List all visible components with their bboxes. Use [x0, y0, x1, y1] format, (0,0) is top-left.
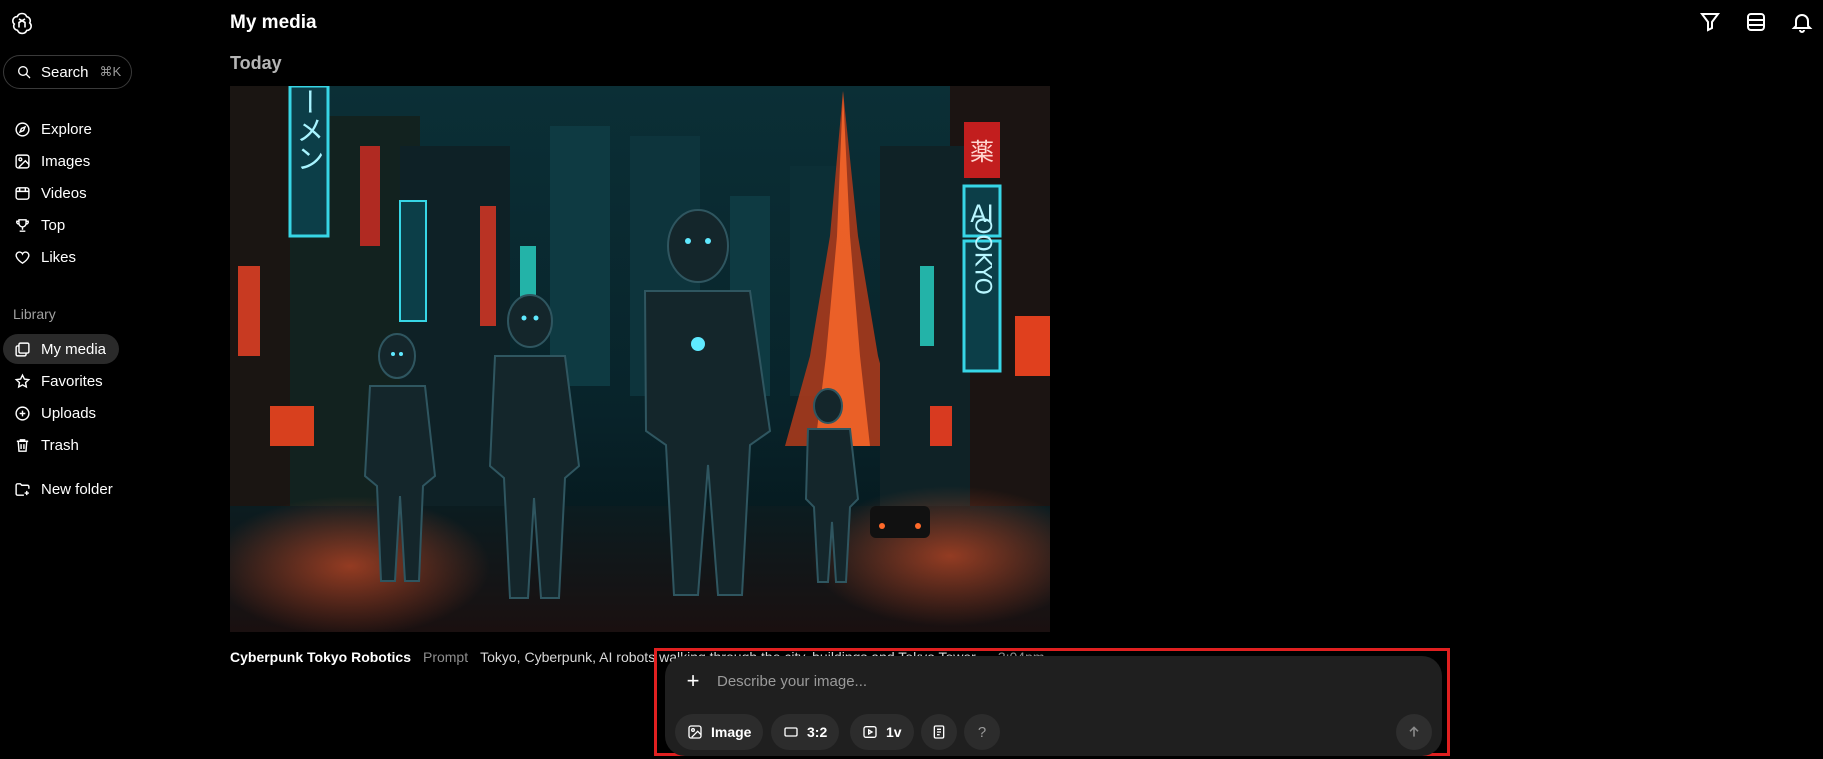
sidebar-item-uploads[interactable]: Uploads [3, 398, 119, 428]
sidebar-item-explore[interactable]: Explore [3, 114, 119, 144]
preset-icon [933, 725, 945, 739]
media-thumbnail[interactable]: ラーメン 薬 AI OOKYO [230, 86, 1050, 632]
folder-plus-icon [15, 482, 30, 496]
sidebar-item-label: Videos [41, 184, 87, 202]
media-title[interactable]: Cyberpunk Tokyo Robotics [230, 649, 411, 665]
search-icon [18, 66, 31, 79]
sidebar-item-label: Explore [41, 120, 92, 138]
sidebar-item-my-media[interactable]: My media [3, 334, 119, 364]
help-label: ? [977, 723, 987, 741]
sidebar-item-new-folder[interactable]: New folder [3, 474, 119, 504]
prompt-composer: + Image 3:2 1v ? [665, 656, 1442, 756]
trophy-icon [16, 218, 29, 232]
sign-right-top-text: 薬 [970, 138, 994, 166]
aspect-ratio-label: 3:2 [807, 724, 828, 740]
search-button[interactable]: Search ⌘K [3, 55, 132, 89]
star-icon [14, 372, 31, 388]
sidebar-item-top[interactable]: Top [3, 210, 119, 240]
sign-right-tokyo-text: OOKYO [970, 217, 995, 295]
variations-button[interactable]: 1v [850, 714, 914, 750]
sidebar-item-videos[interactable]: Videos [3, 178, 119, 208]
image-icon [688, 725, 702, 739]
help-button[interactable]: ? [964, 714, 1000, 750]
media-type-label: Image [711, 724, 752, 740]
header-actions [1698, 10, 1823, 34]
sidebar-item-images[interactable]: Images [3, 146, 119, 176]
sidebar-item-label: Trash [41, 436, 79, 454]
bell-icon[interactable] [1790, 10, 1814, 34]
sidebar-item-label: Favorites [41, 372, 103, 390]
submit-button[interactable] [1396, 714, 1432, 750]
media-type-button[interactable]: Image [675, 714, 764, 750]
sidebar: Search ⌘K Explore Images Videos Top Like… [0, 0, 150, 759]
date-group-label: Today [230, 53, 282, 73]
aspect-ratio-button[interactable]: 3:2 [771, 714, 840, 750]
heart-icon [15, 250, 30, 264]
app-window: Search ⌘K Explore Images Videos Top Like… [0, 0, 1823, 759]
sidebar-item-trash[interactable]: Trash [3, 430, 119, 460]
library-section-label: Library [13, 306, 56, 322]
prompt-label: Prompt [422, 649, 469, 665]
page-title: My media [230, 12, 317, 33]
arrow-up-icon [1409, 726, 1419, 737]
sidebar-item-label: My media [41, 340, 107, 358]
filter-icon[interactable] [1698, 10, 1722, 34]
sign-left-text: ラーメン [293, 86, 326, 172]
video-icon [15, 186, 30, 200]
prompt-input[interactable] [717, 670, 1277, 692]
sidebar-item-label: Likes [41, 248, 77, 266]
add-attachment-icon[interactable]: + [682, 670, 704, 692]
sidebar-item-likes[interactable]: Likes [3, 242, 119, 272]
variations-icon [863, 726, 877, 738]
sidebar-item-label: Top [41, 216, 66, 234]
search-shortcut: ⌘K [99, 64, 122, 79]
compass-icon [15, 121, 30, 137]
sidebar-item-label: Images [41, 152, 91, 170]
logo-icon[interactable] [10, 11, 34, 35]
aspect-ratio-icon [784, 727, 798, 737]
layout-icon[interactable] [1744, 10, 1768, 34]
image-icon [15, 153, 30, 169]
sidebar-item-favorites[interactable]: Favorites [3, 366, 119, 396]
variations-label: 1v [886, 724, 902, 740]
search-label: Search [41, 63, 89, 81]
sidebar-item-label: New folder [41, 480, 113, 498]
sidebar-item-label: Uploads [41, 404, 97, 422]
plus-circle-icon [15, 405, 30, 421]
trash-icon [16, 438, 29, 452]
media-icon [15, 341, 30, 357]
preset-button[interactable] [921, 714, 957, 750]
